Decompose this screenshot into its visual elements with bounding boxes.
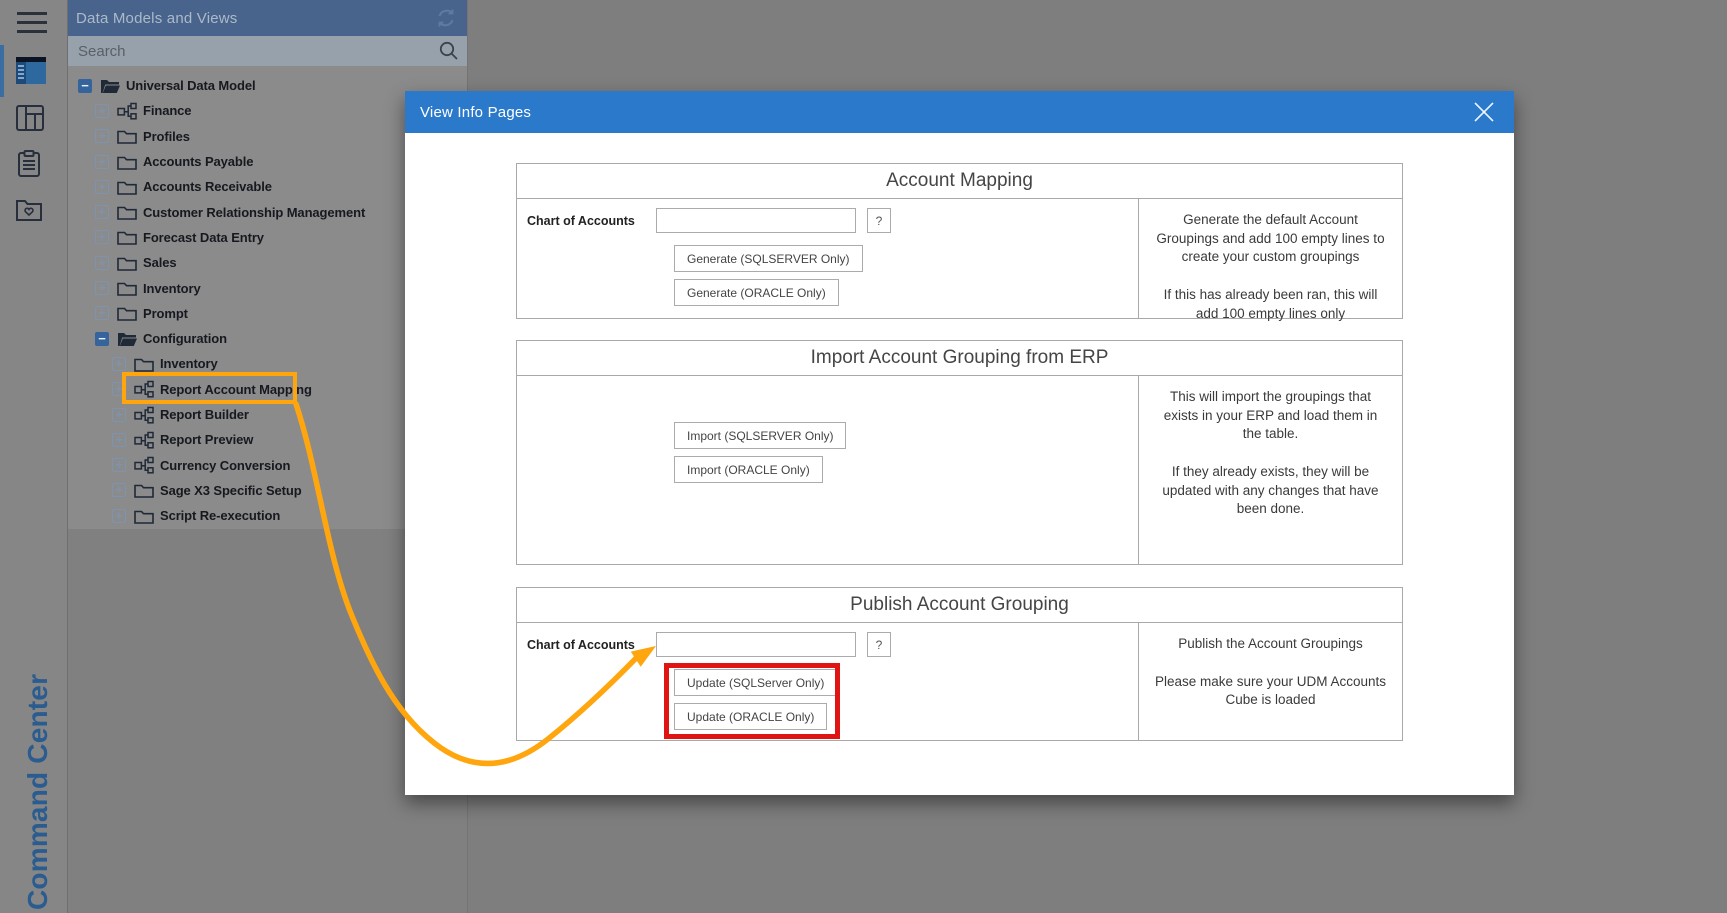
view-info-pages-dialog: View Info Pages Account Mapping Chart of … [405,91,1514,795]
dialog-body: Account MappingChart of Accounts?Generat… [405,133,1514,741]
expand-icon[interactable]: + [112,408,126,422]
expand-icon[interactable]: + [95,230,109,244]
tree-item-label: Report Preview [160,432,253,447]
folder-icon [117,153,137,171]
folder-icon [117,203,137,221]
tree-item-label: Sage X3 Specific Setup [160,483,302,498]
data-models-icon[interactable] [16,57,48,87]
tree-item-label: Accounts Receivable [143,179,272,194]
close-icon[interactable] [1472,100,1496,124]
expand-icon[interactable]: + [95,180,109,194]
expand-icon[interactable]: + [112,458,126,472]
chart-of-accounts-label: Chart of Accounts [517,208,656,228]
collapse-icon[interactable]: − [95,332,109,346]
folder-open-icon [100,77,120,95]
model-icon [117,102,137,120]
section-description: Generate the default Account Groupings a… [1138,199,1402,318]
tree-item-label: Customer Relationship Management [143,205,365,220]
folder-open-icon [117,330,137,348]
expand-icon[interactable]: + [95,155,109,169]
expand-icon[interactable]: + [112,483,126,497]
menu-icon[interactable] [16,10,48,40]
refresh-icon[interactable] [435,7,457,29]
chart-of-accounts-input[interactable] [656,632,856,657]
tree-item-label: Report Builder [160,407,249,422]
dialog-title: View Info Pages [420,104,531,121]
tree-item-label: Inventory [160,356,218,371]
section-title: Account Mapping [517,164,1402,199]
section-title: Import Account Grouping from ERP [517,341,1402,376]
dialog-header: View Info Pages [405,91,1514,133]
expand-icon[interactable]: + [95,281,109,295]
tree-panel-header: Data Models and Views [68,0,467,36]
expand-icon[interactable]: + [112,433,126,447]
tasks-icon[interactable] [16,150,48,180]
generate-oracle-only--button[interactable]: Generate (ORACLE Only) [674,279,839,306]
tree-panel-title: Data Models and Views [76,10,238,27]
layout-icon[interactable] [16,105,48,135]
tree-item-label: Report Account Mapping [160,382,312,397]
section-publish-account-grouping: Publish Account Grouping Chart of Account… [516,587,1403,741]
folder-icon [117,178,137,196]
help-button[interactable]: ? [867,208,891,233]
expand-icon[interactable]: + [112,357,126,371]
chart-of-accounts-input[interactable] [656,208,856,233]
expand-icon[interactable]: + [95,205,109,219]
tree-item-label: Script Re-execution [160,508,280,523]
section-description: Publish the Account GroupingsPlease make… [1138,623,1402,740]
model-icon [134,431,154,449]
chart-of-accounts-label: Chart of Accounts [517,632,656,652]
app-root: Data Models and Views − Universal Data Mo… [0,0,1727,913]
expand-icon[interactable]: + [112,382,126,396]
expand-icon[interactable]: + [95,129,109,143]
import-oracle-only--button[interactable]: Import (ORACLE Only) [674,456,823,483]
search-input[interactable] [76,42,467,61]
expand-icon[interactable]: + [112,509,126,523]
favorites-icon[interactable] [16,197,48,227]
import-sqlserver-only--button[interactable]: Import (SQLSERVER Only) [674,422,846,449]
generate-sqlserver-only--button[interactable]: Generate (SQLSERVER Only) [674,245,863,272]
model-icon [134,456,154,474]
collapse-icon[interactable]: − [78,79,92,93]
tree-item-label: Forecast Data Entry [143,230,264,245]
tree-item-label: Universal Data Model [126,78,256,93]
tree-item-label: Sales [143,255,176,270]
update-sqlserver-only--button[interactable]: Update (SQLServer Only) [674,669,837,696]
tree-item-label: Inventory [143,281,201,296]
command-center-label: Command Center [22,660,54,910]
section-import-account-grouping-from-erp: Import Account Grouping from ERP Import (… [516,340,1403,565]
expand-icon[interactable]: + [95,104,109,118]
folder-icon [134,507,154,525]
folder-icon [134,481,154,499]
update-oracle-only--button[interactable]: Update (ORACLE Only) [674,703,827,730]
model-icon [134,406,154,424]
tree-item-label: Configuration [143,331,227,346]
section-account-mapping: Account MappingChart of Accounts?Generat… [516,163,1403,319]
tree-item-label: Accounts Payable [143,154,253,169]
search-bar [68,36,467,66]
expand-icon[interactable]: + [95,306,109,320]
tree-item-label: Finance [143,103,191,118]
model-icon [134,380,154,398]
section-description: This will import the groupings that exis… [1138,376,1402,564]
tree-item-label: Currency Conversion [160,458,290,473]
tree-item-label: Prompt [143,306,188,321]
section-title: Publish Account Grouping [517,588,1402,623]
active-nav-indicator [0,45,4,97]
folder-icon [117,279,137,297]
search-icon[interactable] [439,41,459,61]
help-button[interactable]: ? [867,632,891,657]
folder-icon [117,127,137,145]
folder-icon [134,355,154,373]
folder-icon [117,228,137,246]
expand-icon[interactable]: + [95,256,109,270]
folder-icon [117,304,137,322]
folder-icon [117,254,137,272]
tree-item-label: Profiles [143,129,190,144]
